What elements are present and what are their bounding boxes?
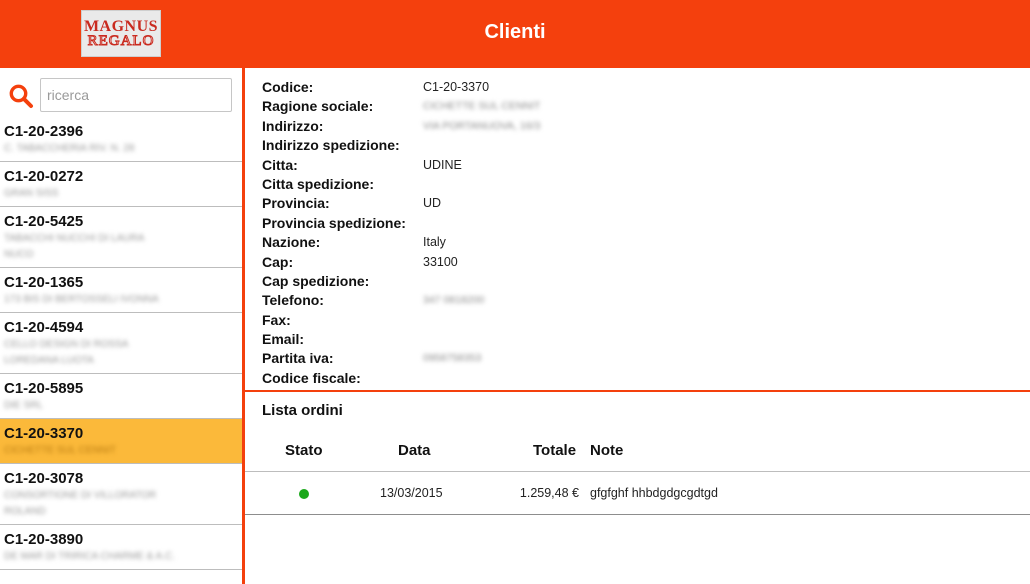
detail-value: 0958758353 — [423, 352, 482, 365]
detail-row: Telefono: 347 0818200 — [262, 291, 1002, 310]
client-name: GRAN SISS — [4, 188, 59, 199]
detail-value: 347 0818200 — [423, 294, 485, 307]
detail-value: UDINE — [423, 157, 462, 172]
client-sidebar: C1-20-2396C. TABACCHERIA RIV. N. 28C1-20… — [0, 68, 242, 584]
detail-row: Ragione sociale: CICHETTE SUL CENNIT — [262, 97, 1002, 116]
detail-value: C1-20-3370 — [423, 80, 490, 94]
detail-label: Provincia spedizione: — [262, 214, 406, 231]
client-list-item[interactable]: C1-20-0272 GRAN SISS — [0, 162, 242, 207]
client-name: 173 BIS DI BERTOSSELI IVONNA — [4, 294, 159, 305]
detail-label: Indirizzo: — [262, 117, 324, 134]
detail-value: CICHETTE SUL CENNIT — [423, 100, 541, 113]
column-header-note: Note — [590, 442, 624, 459]
orders-title: Lista ordini — [262, 402, 343, 419]
client-name: ROLAND — [4, 506, 46, 517]
detail-row: Provincia spedizione: — [262, 214, 1002, 233]
client-code: C1-20-2396 — [4, 123, 84, 140]
detail-row: Cap spedizione: — [262, 272, 1002, 291]
client-list: C1-20-2396 C. TABACCHERIA RIV. N. 28 C1-20… — [0, 117, 242, 570]
client-details: Codice: C1-20-3370 Ragione sociale: CICHETT… — [262, 78, 1002, 388]
detail-row: Nazione: Italy — [262, 233, 1002, 252]
client-code: C1-20-1365 — [4, 274, 84, 291]
client-list-item[interactable]: C1-20-3890 DE MAR DI TRIRICA CHARME & A.C… — [0, 525, 242, 570]
detail-label: Codice fiscale: — [262, 369, 361, 386]
client-code: C1-20-3370 — [4, 425, 84, 442]
detail-label: Email: — [262, 331, 305, 348]
search-bar — [0, 78, 242, 114]
detail-row: Indirizzo: VIA PORTANUOVA, 16/3 — [262, 117, 1002, 136]
client-name: C. TABACCHERIA RIV. N. 28 — [4, 143, 135, 154]
client-code: C1-20-3890 — [4, 531, 84, 548]
client-list-item[interactable]: C1-20-4594 CELLO DESIGN DI ROSSA LOREDANA … — [0, 313, 242, 374]
client-name: CICHETTE SUL CENNIT — [4, 445, 116, 456]
client-code: C1-20-4594 — [4, 319, 84, 336]
search-input[interactable] — [40, 78, 232, 112]
detail-row: Cap: 33100 — [262, 253, 1002, 272]
client-list-item[interactable]: C1-20-3078 CONSORTIONE DI VILLORATOR ROLAN… — [0, 464, 242, 525]
client-list-item[interactable]: C1-20-5425 TABACCHI NUCCHI DI LAURA NUCO — [0, 207, 242, 268]
orders-table-header: Stato Data Totale Note — [245, 438, 1030, 472]
client-code: C1-20-0272 — [4, 168, 84, 185]
client-name: LOREDANA LUOTA — [4, 355, 94, 366]
client-name: TABACCHI NUCCHI DI LAURA — [4, 233, 145, 244]
detail-value: VIA PORTANUOVA, 16/3 — [423, 119, 541, 132]
detail-label: Codice: — [262, 79, 314, 95]
column-header-stato: Stato — [285, 442, 323, 459]
detail-label: Fax: — [262, 311, 291, 328]
top-bar: MAGNUS REGALO Clienti — [0, 0, 1030, 68]
column-header-totale: Totale — [533, 442, 577, 459]
page-title-wrap: Clienti — [0, 21, 1030, 44]
order-total: 1.259,48 € — [519, 486, 579, 500]
horizontal-divider — [245, 390, 1030, 392]
client-name: DE MAR DI TRIRICA CHARME & A.C. — [4, 551, 175, 562]
detail-value: 33100 — [423, 254, 458, 269]
client-code: C1-20-5425 — [4, 213, 84, 230]
detail-label: Partita iva: — [262, 350, 334, 367]
detail-row: Codice: C1-20-3370 — [262, 78, 1002, 97]
detail-row: Citta spedizione: — [262, 175, 1002, 194]
client-name: NUCO — [4, 249, 34, 260]
page-title: Clienti — [484, 21, 546, 43]
order-date: 13/03/2015 — [380, 486, 443, 500]
detail-row: Partita iva: 0958758353 — [262, 349, 1002, 368]
column-header-data: Data — [398, 442, 431, 459]
detail-label: Provincia: — [262, 195, 330, 212]
status-dot-icon — [299, 489, 309, 499]
client-name: CELLO DESIGN DI ROSSA — [4, 339, 129, 350]
client-name: CONSORTIONE DI VILLORATOR — [4, 490, 157, 501]
client-list-item[interactable]: C1-20-1365 173 BIS DI BERTOSSELI IVONNA — [0, 268, 242, 313]
detail-label: Citta spedizione: — [262, 175, 375, 192]
client-list-item[interactable]: C1-20-3370 CICHETTE SUL CENNIT — [0, 419, 242, 464]
detail-row: Fax: — [262, 311, 1002, 330]
client-code: C1-20-3078 — [4, 470, 84, 487]
detail-label: Ragione sociale: — [262, 98, 374, 115]
search-icon[interactable] — [8, 83, 34, 109]
order-note: gfgfghf hhbdgdgcgdtgd — [590, 486, 718, 500]
client-list-item[interactable]: C1-20-2396 C. TABACCHERIA RIV. N. 28 — [0, 117, 242, 162]
detail-label: Cap spedizione: — [262, 272, 370, 289]
detail-label: Nazione: — [262, 234, 321, 251]
detail-row: Provincia: UD — [262, 194, 1002, 213]
detail-row: Codice fiscale: — [262, 369, 1002, 388]
detail-value: Italy — [423, 235, 446, 250]
detail-label: Telefono: — [262, 292, 324, 309]
client-code: C1-20-5895 — [4, 380, 84, 397]
detail-row: Indirizzo spedizione: — [262, 136, 1002, 155]
detail-row: Citta: UDINE — [262, 156, 1002, 175]
detail-value: UD — [423, 196, 442, 211]
detail-label: Citta: — [262, 156, 298, 173]
order-row[interactable]: 13/03/2015 1.259,48 € gfgfghf hhbdgdgcgdtg… — [245, 474, 1030, 515]
client-list-item[interactable]: C1-20-5895 DIE SRL — [0, 374, 242, 419]
client-name: DIE SRL — [4, 400, 43, 411]
detail-label: Indirizzo spedizione: — [262, 137, 400, 154]
detail-label: Cap: — [262, 253, 294, 270]
detail-row: Email: — [262, 330, 1002, 349]
